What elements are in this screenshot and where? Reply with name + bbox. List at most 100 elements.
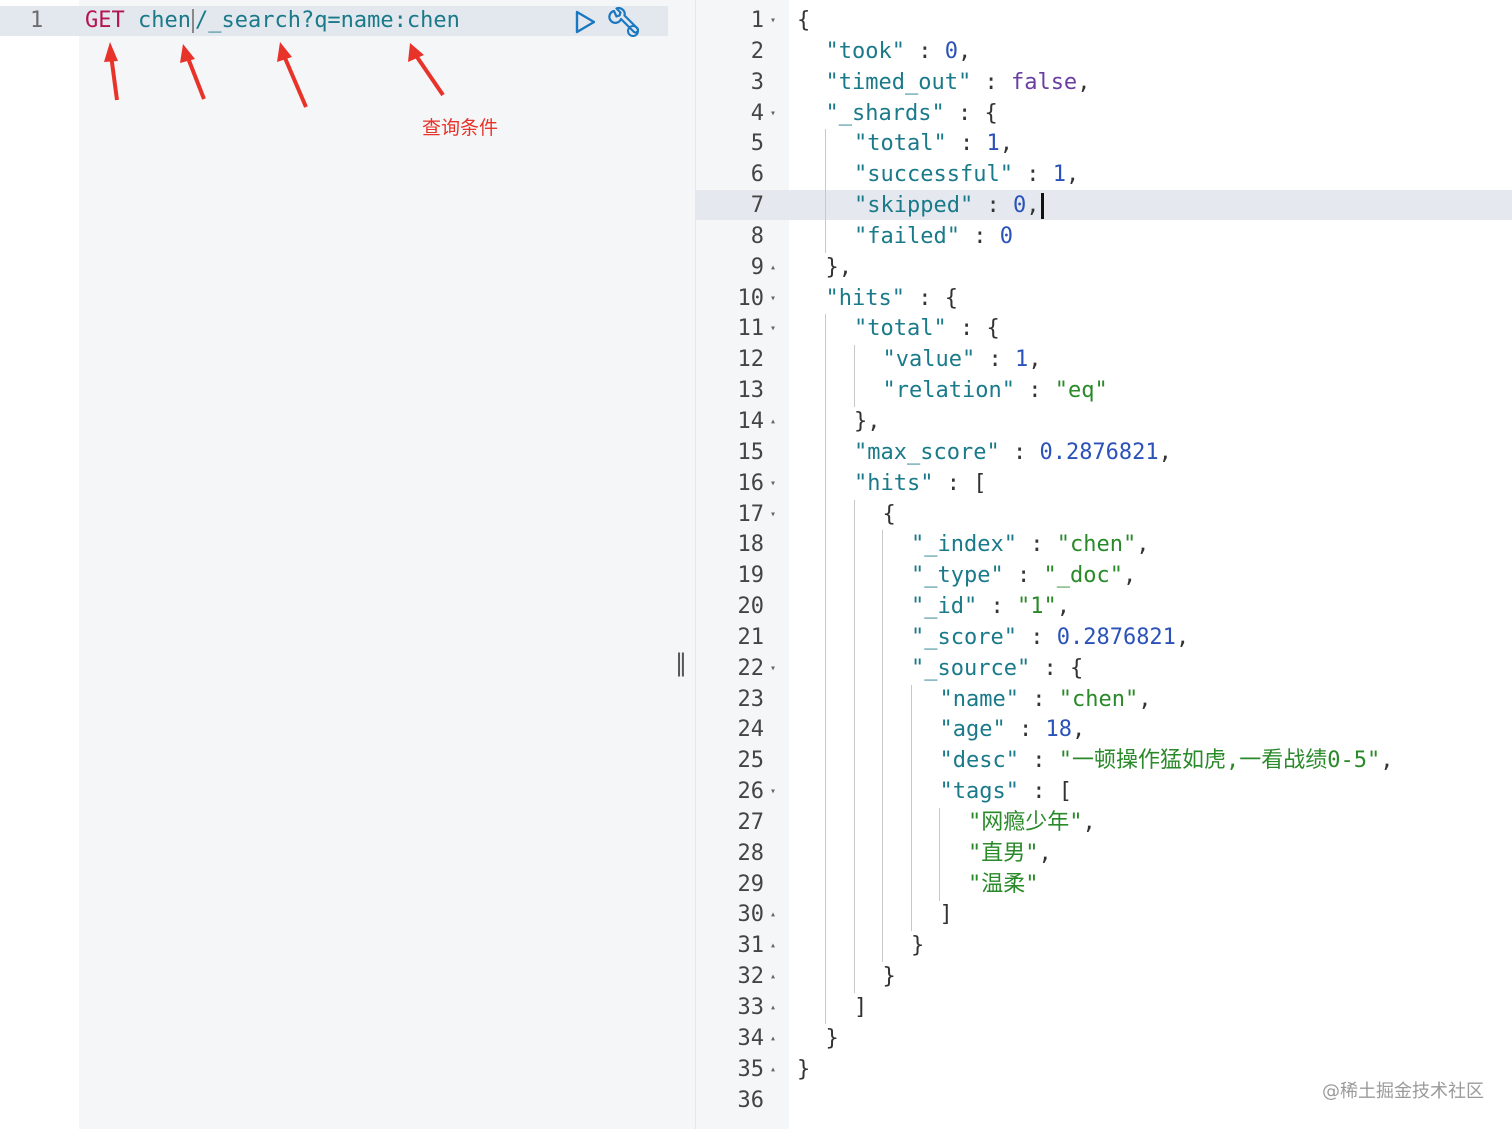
indent-guide bbox=[853, 684, 855, 716]
code-line[interactable]: 3 "timed_out" : false, bbox=[696, 68, 1512, 99]
code-line[interactable]: 21 "_score" : 0.2876821, bbox=[696, 622, 1512, 654]
code-token: "网瘾少年" bbox=[968, 809, 1083, 835]
fold-toggle-icon[interactable]: ▾ bbox=[770, 284, 776, 314]
code-line[interactable]: 9 ▴}, bbox=[696, 253, 1512, 284]
unfold-toggle-icon[interactable]: ▴ bbox=[770, 407, 776, 437]
code-text: ] bbox=[940, 900, 953, 930]
code-line[interactable]: 6 "successful" : 1, bbox=[696, 160, 1512, 192]
code-line[interactable]: 22 ▾ "_source" : { bbox=[696, 653, 1512, 685]
indent-guide bbox=[853, 499, 855, 531]
code-token: , bbox=[1136, 532, 1150, 558]
code-token: , bbox=[1175, 624, 1190, 650]
fold-toggle-icon[interactable]: ▾ bbox=[770, 777, 776, 807]
line-number: 20 bbox=[737, 594, 765, 620]
indent-guide bbox=[825, 160, 826, 192]
code-line[interactable]: 5 "total" : 1, bbox=[696, 129, 1512, 161]
code-token: 1 bbox=[986, 131, 1000, 157]
indent-guide bbox=[910, 684, 912, 716]
indent-guide bbox=[825, 314, 826, 346]
indent-guide bbox=[939, 807, 940, 839]
code-line[interactable]: 34 ▴} bbox=[696, 1024, 1512, 1055]
line-number: 7 bbox=[750, 193, 764, 219]
code-line[interactable]: 20 "_id" : "1", bbox=[696, 592, 1512, 624]
code-line[interactable]: 30 ▴] bbox=[696, 900, 1512, 932]
line-number: 10 bbox=[737, 285, 765, 311]
indent-guide bbox=[825, 684, 826, 716]
unfold-toggle-icon[interactable]: ▴ bbox=[770, 1055, 776, 1085]
indent-guide bbox=[910, 746, 912, 778]
code-token: : bbox=[1018, 686, 1059, 712]
fold-toggle-icon[interactable]: ▾ bbox=[770, 6, 776, 36]
pane-divider[interactable] bbox=[668, 0, 696, 1129]
resize-handle-icon[interactable]: ‖ bbox=[675, 649, 687, 677]
indent-guide bbox=[825, 777, 826, 809]
code-line[interactable]: 13 "relation" : "eq" bbox=[696, 376, 1512, 408]
code-token: "chen" bbox=[1056, 532, 1137, 558]
fold-toggle-icon[interactable]: ▾ bbox=[770, 469, 776, 499]
code-line[interactable]: 15 "max_score" : 0.2876821, bbox=[696, 437, 1512, 469]
code-line[interactable]: 4 ▾ "_shards" : { bbox=[696, 99, 1512, 130]
response-pane[interactable]: 1 ▾{2 "took" : 0, 3 "timed_out" : false, 4 ▾ "_… bbox=[696, 0, 1512, 1129]
fold-toggle-icon[interactable]: ▾ bbox=[770, 99, 776, 129]
code-token: "_id" bbox=[911, 594, 978, 620]
code-token: "relation" bbox=[882, 378, 1015, 404]
code-line[interactable]: 27 "网瘾少年", bbox=[696, 807, 1512, 839]
request-editor-pane[interactable]: 1 GET chen/_search?q=name:chen 查询条件 bbox=[0, 0, 668, 1129]
code-token: : { bbox=[944, 100, 998, 126]
code-line[interactable]: 10 ▾ "hits" : { bbox=[696, 284, 1512, 315]
code-line[interactable]: 8 "failed" : 0 bbox=[696, 221, 1512, 253]
unfold-toggle-icon[interactable]: ▴ bbox=[770, 1024, 776, 1054]
code-token: , bbox=[1122, 563, 1137, 589]
code-line[interactable]: 16 ▾ "hits" : [ bbox=[696, 468, 1512, 500]
line-number: 33 bbox=[737, 995, 765, 1020]
indent-guide bbox=[825, 653, 826, 685]
unfold-toggle-icon[interactable]: ▴ bbox=[770, 931, 776, 961]
code-line[interactable]: 2 "took" : 0, bbox=[696, 37, 1512, 68]
line-number: 3 bbox=[750, 69, 764, 95]
fold-toggle-icon[interactable]: ▾ bbox=[770, 500, 776, 530]
request-code-area[interactable] bbox=[79, 0, 668, 1129]
unfold-toggle-icon[interactable]: ▴ bbox=[770, 993, 776, 1023]
code-line[interactable]: 29 "温柔" bbox=[696, 869, 1512, 901]
code-line[interactable]: 19 "_type" : "_doc", bbox=[696, 561, 1512, 593]
code-line[interactable]: 18 "_index" : "chen", bbox=[696, 530, 1512, 562]
code-token: , bbox=[1028, 347, 1042, 373]
code-line[interactable]: 25 "desc" : "一顿操作猛如虎,一看战绩0-5", bbox=[696, 746, 1512, 778]
indent-guide bbox=[882, 746, 883, 778]
code-line[interactable]: 23 "name" : "chen", bbox=[696, 684, 1512, 716]
code-line[interactable]: 24 "age" : 18, bbox=[696, 715, 1512, 747]
arrow-icon-index bbox=[180, 44, 206, 100]
code-line[interactable]: 31 ▴} bbox=[696, 931, 1512, 963]
code-token: , bbox=[1071, 717, 1086, 743]
unfold-toggle-icon[interactable]: ▴ bbox=[770, 900, 776, 930]
response-code[interactable]: 1 ▾{2 "took" : 0, 3 "timed_out" : false, 4 ▾ "_… bbox=[696, 6, 1512, 1116]
code-token: : bbox=[1018, 748, 1059, 774]
code-line[interactable]: 11 ▾ "total" : { bbox=[696, 314, 1512, 346]
code-text: ] bbox=[854, 993, 867, 1023]
indent-guide bbox=[853, 561, 855, 593]
code-text: }, bbox=[826, 253, 853, 283]
unfold-toggle-icon[interactable]: ▴ bbox=[770, 253, 776, 283]
code-line[interactable]: 26 ▾ "tags" : [ bbox=[696, 777, 1512, 809]
code-line[interactable]: 17 ▾ { bbox=[696, 499, 1512, 531]
indent-guide bbox=[825, 468, 826, 500]
code-token: 1 bbox=[1014, 347, 1029, 373]
code-line[interactable]: 14 ▴}, bbox=[696, 406, 1512, 438]
code-line[interactable]: 32 ▴} bbox=[696, 962, 1512, 994]
code-line[interactable]: 12 "value" : 1, bbox=[696, 345, 1512, 377]
fold-toggle-icon[interactable]: ▾ bbox=[770, 314, 776, 344]
code-line[interactable]: 7 "skipped" : 0, bbox=[696, 191, 1512, 223]
unfold-toggle-icon[interactable]: ▴ bbox=[770, 962, 776, 992]
code-token: "1" bbox=[1016, 594, 1057, 620]
code-token: : bbox=[973, 193, 1013, 219]
code-line[interactable]: 28 "直男", bbox=[696, 838, 1512, 870]
indent-guide bbox=[825, 931, 826, 963]
indent-guide bbox=[910, 807, 912, 839]
text-cursor bbox=[1041, 193, 1045, 220]
code-text: "took" : 0, bbox=[826, 37, 972, 67]
fold-toggle-icon[interactable]: ▾ bbox=[770, 654, 776, 684]
code-line[interactable]: 1 ▾ { bbox=[696, 6, 1512, 37]
code-line[interactable]: 33 ▴] bbox=[696, 993, 1512, 1024]
line-number: 6 bbox=[750, 162, 764, 188]
code-token: 1 bbox=[1052, 162, 1066, 188]
